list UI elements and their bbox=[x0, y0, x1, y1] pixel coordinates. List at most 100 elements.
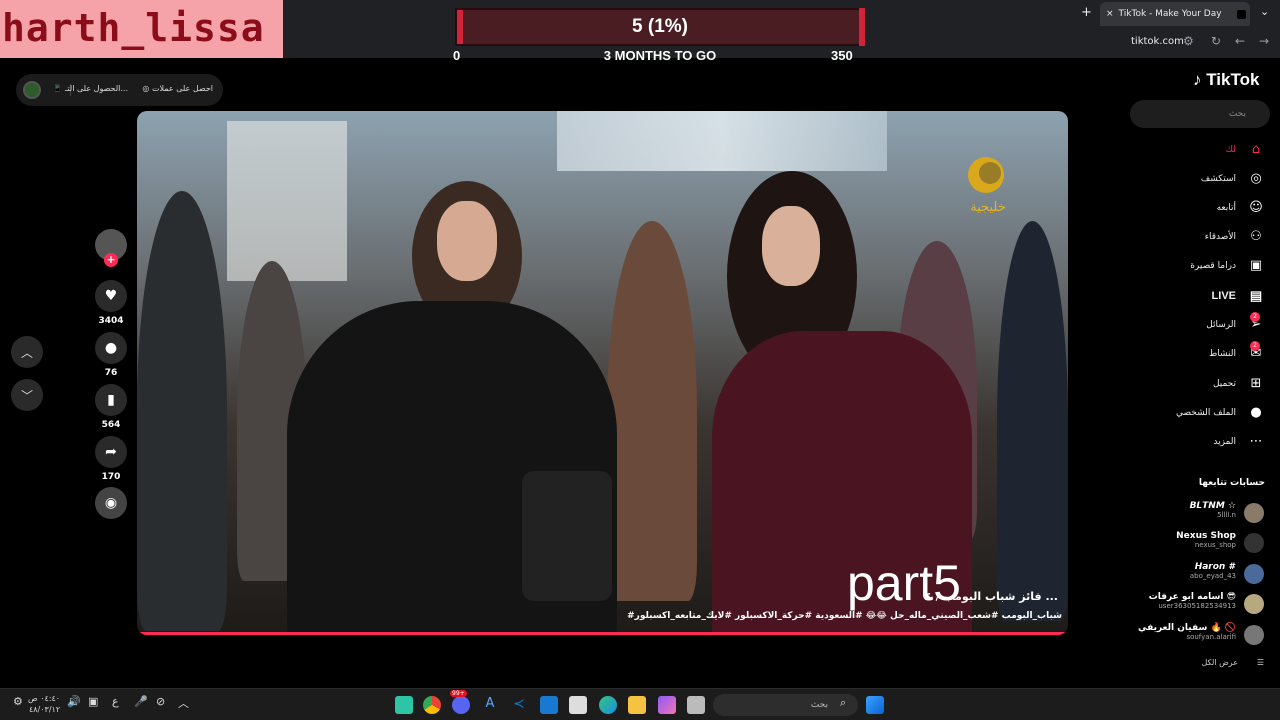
home-icon: ⌂ bbox=[1251, 142, 1261, 157]
taskbar-search[interactable]: بحث bbox=[713, 694, 858, 716]
sidebar-item-label: النشاط bbox=[1208, 349, 1236, 359]
following-title: حسابات تتابعها bbox=[1198, 478, 1265, 488]
video-player[interactable]: خليجية part5 فائز شباب البومب / ٤ ... #ش… bbox=[137, 111, 1068, 635]
weather-icon[interactable]: ⚙ bbox=[13, 695, 23, 708]
goal-label: 5 (1%) bbox=[632, 16, 688, 37]
bg-storefront bbox=[227, 121, 347, 281]
search-input[interactable]: بحث bbox=[1130, 100, 1270, 128]
account-handle: abo_eyad_43 bbox=[1189, 572, 1236, 580]
back-icon[interactable]: ← bbox=[1235, 34, 1245, 48]
sidebar-item-friends[interactable]: الأصدقاء ⚇ bbox=[1120, 227, 1266, 247]
discord-icon[interactable]: 99+ bbox=[450, 690, 470, 714]
share-button[interactable]: ➦ 170 bbox=[95, 436, 127, 482]
followed-account[interactable]: سفيان العريفي 🔥 🚫 soufyan.alarifi bbox=[1120, 623, 1264, 649]
chrome-icon[interactable] bbox=[423, 696, 441, 714]
share-icon: ➦ bbox=[95, 436, 127, 468]
creator-avatar[interactable]: + bbox=[95, 229, 127, 267]
next-video-button[interactable]: ﹀ bbox=[11, 379, 43, 411]
sidebar-item-profile[interactable]: الملف الشخصي ● bbox=[1120, 403, 1266, 423]
language-indicator[interactable]: ع bbox=[112, 695, 119, 708]
address-bar[interactable]: tiktok.com ⚙ ↻ ← → bbox=[1075, 32, 1280, 54]
followed-account[interactable]: 𝘽𝙇𝙏𝙉𝙈 ☆ 5llll.n bbox=[1120, 501, 1264, 527]
video-progress[interactable] bbox=[137, 632, 1068, 635]
mail-icon[interactable] bbox=[540, 696, 558, 714]
sidebar-item-label: تحميل bbox=[1212, 379, 1236, 389]
tiktok-note-icon: ♪ bbox=[1193, 70, 1202, 89]
streamer-name-overlay: harth_lissa bbox=[0, 0, 283, 58]
tab-search-icon[interactable]: ⌄ bbox=[1260, 5, 1269, 18]
account-name: 𝙃𝙖𝙧𝙤𝙣 # bbox=[1194, 562, 1236, 572]
tab-close-icon[interactable]: × bbox=[1106, 9, 1114, 19]
follow-plus-icon[interactable]: + bbox=[104, 253, 118, 267]
account-handle: soufyan.alarifi bbox=[1186, 633, 1236, 641]
tray-chevron-icon[interactable]: ︿ bbox=[178, 695, 189, 711]
network-icon[interactable]: ▣ bbox=[88, 695, 98, 708]
chevron-down-icon: ﹀ bbox=[20, 388, 33, 403]
avatar[interactable] bbox=[1244, 533, 1264, 553]
url-text: tiktok.com bbox=[1131, 36, 1184, 47]
like-button[interactable]: ♥ 3404 bbox=[95, 280, 127, 326]
clock[interactable]: ٠٤:٤٠ ص ٤٨/٠٣/١٢ bbox=[28, 693, 60, 715]
get-app-link[interactable]: 📱 الحصول على التـ... bbox=[53, 84, 128, 93]
goal-time-left: 3 MONTHS TO GO bbox=[603, 48, 717, 63]
forward-icon[interactable]: → bbox=[1259, 34, 1269, 48]
app-window-icon[interactable] bbox=[687, 696, 705, 714]
music-disc[interactable]: ◉ bbox=[95, 487, 127, 519]
account-handle: nexus_shop bbox=[1194, 541, 1236, 549]
heart-icon: ♥ bbox=[95, 280, 127, 312]
sidebar-item-messages[interactable]: الرسائل ➢ 2 bbox=[1120, 312, 1266, 335]
copilot-icon[interactable] bbox=[658, 696, 676, 714]
see-all-link[interactable]: عرض الكل ☰ bbox=[1201, 658, 1264, 667]
save-button[interactable]: ▮ 564 bbox=[95, 384, 127, 430]
account-name: اسامه ابو عرفات 😎 bbox=[1148, 592, 1236, 602]
video-hashtags[interactable]: #شباب_البومب #شعب_الصيني_ماله_حل 😂😂 #الس… bbox=[627, 611, 1062, 621]
coin-pill[interactable]: 📱 الحصول على التـ... ◎ احصل على عملات bbox=[16, 74, 223, 106]
compass-icon: ◎ bbox=[1250, 171, 1262, 186]
prev-video-button[interactable]: ︿ bbox=[11, 336, 43, 368]
site-settings-icon[interactable]: ⚙ bbox=[1183, 34, 1194, 48]
app-icon[interactable] bbox=[395, 696, 413, 714]
avatar[interactable] bbox=[1244, 625, 1264, 645]
app-a-icon[interactable]: A bbox=[481, 696, 499, 714]
share-count: 170 bbox=[101, 472, 121, 482]
user-avatar[interactable] bbox=[23, 81, 41, 99]
start-icon[interactable] bbox=[866, 696, 884, 714]
avatar[interactable] bbox=[1244, 594, 1264, 614]
followed-account[interactable]: اسامه ابو عرفات 😎 user36305182534913 bbox=[1120, 592, 1264, 618]
mute-icon[interactable]: ⊘ bbox=[156, 695, 165, 708]
edge-icon[interactable] bbox=[599, 696, 617, 714]
tiktok-logo[interactable]: ♪ TikTok bbox=[1193, 70, 1259, 90]
avatar[interactable] bbox=[1244, 503, 1264, 523]
sidebar-item-compass[interactable]: استكشف ◎ bbox=[1120, 169, 1266, 189]
reload-icon[interactable]: ↻ bbox=[1211, 34, 1221, 48]
sidebar-item-label: لك bbox=[1225, 145, 1236, 155]
svg-text:خليجية: خليجية bbox=[970, 200, 1006, 215]
sidebar-item-label: الملف الشخصي bbox=[1176, 408, 1236, 418]
search-icon: ⌕ bbox=[840, 696, 847, 709]
microphone-icon[interactable]: 🎤 bbox=[134, 695, 148, 708]
sidebar-item-drama[interactable]: دراما قصيرة ▣ bbox=[1120, 256, 1266, 276]
sidebar-item-activity[interactable]: النشاط ✉ 2 bbox=[1120, 341, 1266, 364]
new-tab-button[interactable]: + bbox=[1081, 5, 1092, 20]
music-disc-icon: ◉ bbox=[95, 487, 127, 519]
volume-icon[interactable]: 🔊 bbox=[67, 695, 81, 708]
earn-coins-link[interactable]: ◎ احصل على عملات bbox=[142, 84, 213, 93]
tiktok-favicon-icon bbox=[1237, 9, 1246, 19]
sidebar-item-home[interactable]: لك ⌂ bbox=[1120, 140, 1266, 160]
sidebar-item-live[interactable]: LIVE ▤ bbox=[1120, 286, 1266, 306]
sidebar-item-following[interactable]: أتابعه ☺ bbox=[1120, 198, 1266, 218]
avatar[interactable] bbox=[1244, 564, 1264, 584]
live-icon: ▤ bbox=[1249, 288, 1263, 303]
followed-account[interactable]: 𝙃𝙖𝙧𝙤𝙣 # abo_eyad_43 bbox=[1120, 562, 1264, 588]
notification-badge: 2 bbox=[1250, 312, 1260, 322]
bystander bbox=[997, 221, 1068, 621]
file-explorer-icon[interactable] bbox=[628, 696, 646, 714]
tab-tiktok[interactable]: × TikTok - Make Your Day bbox=[1100, 2, 1250, 26]
woman-right-face bbox=[762, 206, 820, 286]
sidebar-item-more[interactable]: المزيد ⋯ bbox=[1120, 432, 1266, 452]
store-icon[interactable] bbox=[569, 696, 587, 714]
followed-account[interactable]: Nexus Shop nexus_shop bbox=[1120, 531, 1264, 557]
vscode-icon[interactable]: ≺ bbox=[510, 696, 528, 714]
comment-button[interactable]: ● 76 bbox=[95, 332, 127, 378]
sidebar-item-upload[interactable]: تحميل ⊞ bbox=[1120, 374, 1266, 394]
